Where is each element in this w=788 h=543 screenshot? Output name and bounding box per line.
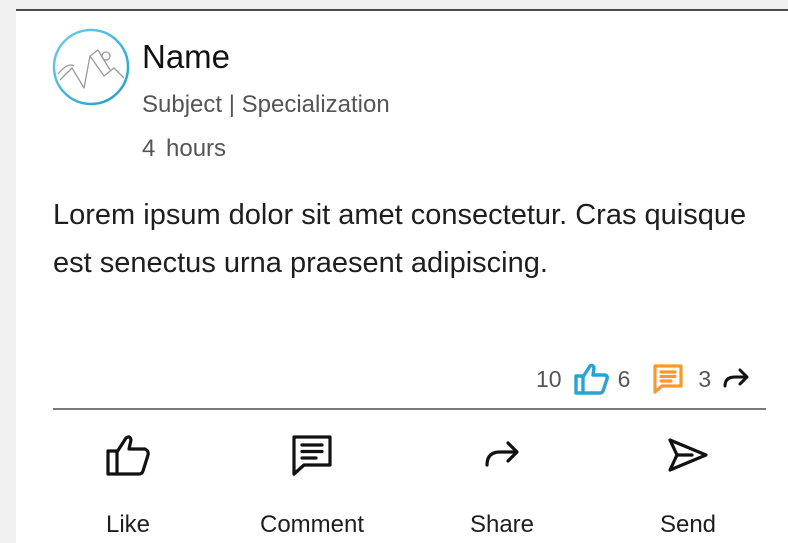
send-button[interactable]: Send	[613, 433, 763, 539]
thumbs-up-icon	[573, 362, 610, 396]
share-arrow-icon	[721, 366, 751, 392]
actions-divider	[53, 408, 766, 410]
comment-icon	[290, 433, 334, 482]
share-button[interactable]: Share	[427, 433, 577, 539]
post-time: 4 hours	[142, 135, 227, 162]
send-icon	[666, 436, 710, 479]
post-stats: 10 6 3	[536, 361, 751, 397]
like-count: 10	[536, 365, 562, 392]
like-button[interactable]: Like	[53, 433, 203, 539]
share-count: 3	[698, 365, 712, 392]
author-subject: Subject | Specialization	[142, 91, 390, 118]
send-label: Send	[659, 511, 717, 538]
page-background: Name Subject | Specialization 4 hours Lo…	[0, 0, 788, 543]
comment-button[interactable]: Comment	[237, 433, 387, 539]
share-arrow-icon	[482, 438, 522, 477]
thumbs-up-icon	[105, 433, 151, 482]
post-card: Name Subject | Specialization 4 hours Lo…	[16, 11, 788, 543]
comment-count: 6	[617, 365, 631, 392]
avatar[interactable]	[52, 28, 130, 106]
like-label: Like	[105, 511, 151, 538]
post-body: Lorem ipsum dolor sit amet consectetur. …	[53, 199, 747, 279]
image-placeholder-icon	[52, 28, 130, 106]
share-label: Share	[469, 511, 535, 538]
comment-label: Comment	[259, 511, 365, 538]
author-name[interactable]: Name	[142, 39, 230, 75]
comment-icon	[652, 363, 684, 395]
